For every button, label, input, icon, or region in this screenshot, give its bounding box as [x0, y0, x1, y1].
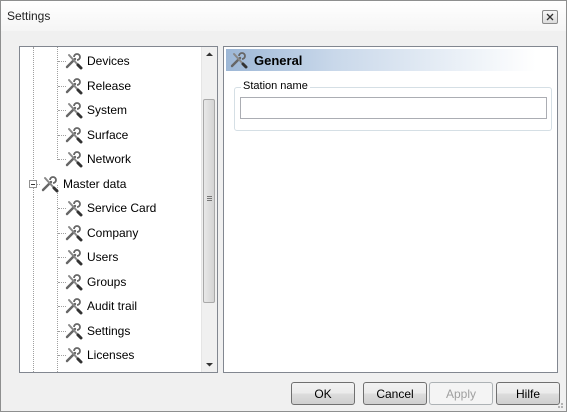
tools-icon: [64, 297, 84, 315]
title-bar: Settings: [1, 1, 566, 31]
tree-item[interactable]: Audit trail: [64, 294, 137, 318]
tree-item[interactable]: Network: [64, 147, 131, 171]
tools-icon: [64, 52, 84, 70]
tree-item-label: Company: [87, 225, 139, 240]
cancel-button[interactable]: Cancel: [363, 382, 427, 405]
ok-button[interactable]: OK: [291, 382, 355, 405]
tree-item-label: Network: [87, 152, 132, 166]
tree-item-label: Master data: [63, 176, 127, 191]
tools-icon: [230, 52, 248, 69]
tree-item[interactable]: Surface: [64, 123, 128, 147]
scroll-up-button[interactable]: [202, 47, 217, 62]
station-name-input[interactable]: [240, 97, 547, 119]
scroll-thumb[interactable]: [203, 99, 215, 303]
tree-item-label: Licenses: [87, 348, 135, 362]
tree-scrollbar[interactable]: [201, 47, 217, 372]
tree-connector: [57, 185, 58, 372]
tree-item-label: Groups: [87, 274, 127, 289]
tools-icon: [64, 150, 84, 168]
arrow-down-icon: [206, 363, 213, 367]
tree-item-label: Users: [87, 250, 119, 264]
panel-title: General: [254, 53, 303, 68]
tree-item[interactable]: Licenses: [64, 343, 134, 367]
panel-header: General: [226, 49, 536, 71]
close-icon: [546, 13, 554, 21]
station-name-group: Station name: [234, 80, 552, 131]
tree-item[interactable]: Users: [64, 245, 118, 269]
tree-item[interactable]: Groups: [64, 270, 126, 294]
tools-icon: [64, 199, 84, 217]
tree-item[interactable]: Service Card: [64, 196, 156, 220]
tools-icon: [64, 273, 84, 291]
tools-icon: [64, 126, 84, 144]
settings-tree[interactable]: Devices Release System Surface Network Master…: [19, 46, 218, 373]
tree-connector: [33, 197, 34, 372]
tree-item[interactable]: Release: [64, 74, 131, 98]
tree-item-label: Audit trail: [87, 299, 138, 313]
tree-connector: [57, 47, 58, 160]
tree-item-label: System: [87, 103, 128, 117]
tree-item[interactable]: Settings: [64, 319, 130, 343]
tree-item-label: Service Card: [87, 201, 157, 215]
tree-item-label: Release: [87, 78, 132, 93]
window-title: Settings: [7, 9, 51, 23]
tree-item-label: Surface: [87, 127, 129, 142]
tree-item-label: Devices: [87, 54, 130, 68]
tree-item[interactable]: System: [64, 98, 127, 122]
tools-icon: [64, 248, 84, 266]
settings-content-panel: General Station name: [223, 46, 558, 373]
resize-grip-icon[interactable]: [554, 399, 564, 409]
tools-icon: [64, 224, 84, 242]
tools-icon: [64, 101, 84, 119]
tree-item[interactable]: Master data: [40, 172, 126, 196]
tools-icon: [64, 322, 84, 340]
station-name-label: Station name: [241, 80, 310, 92]
tree-item[interactable]: Company: [64, 221, 138, 245]
tools-icon: [64, 346, 84, 364]
settings-window: Settings Devices Release System Surface Netw…: [0, 0, 567, 412]
close-button[interactable]: [542, 10, 558, 24]
grip-icon: [207, 196, 212, 197]
scroll-down-button[interactable]: [202, 357, 217, 372]
tree-collapse-toggle[interactable]: [29, 179, 37, 188]
tree-rows: Devices Release System Surface Network Master…: [20, 47, 202, 372]
tree-connector: [33, 47, 34, 197]
tools-icon: [64, 77, 84, 95]
tree-item[interactable]: Devices: [64, 49, 130, 73]
arrow-up-icon: [206, 52, 213, 56]
apply-button[interactable]: Apply: [429, 382, 493, 405]
tools-icon: [40, 175, 60, 193]
help-button[interactable]: Hilfe: [496, 382, 560, 405]
tree-item-label: Settings: [87, 323, 131, 338]
